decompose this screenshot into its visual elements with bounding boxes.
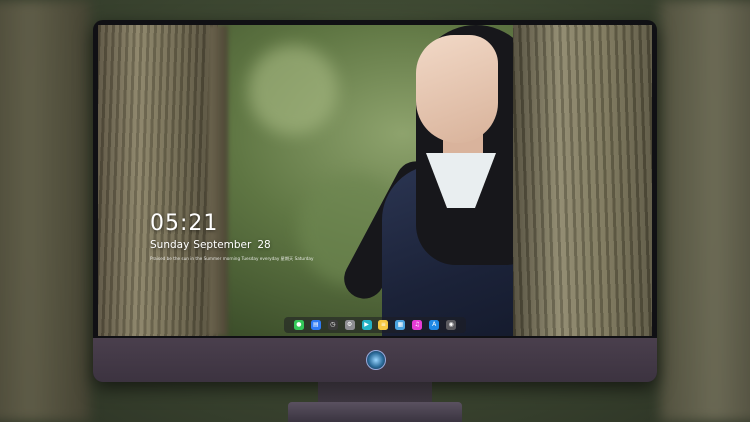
clock-icon-glyph: ◷ xyxy=(330,321,336,328)
messages-icon[interactable]: ● xyxy=(293,320,304,330)
monitor-stand-base xyxy=(288,402,462,422)
music-icon[interactable]: ♫ xyxy=(412,320,423,330)
notes-icon-glyph: ≡ xyxy=(380,321,386,328)
app-store-icon[interactable]: A xyxy=(429,320,440,330)
camera-icon-glyph: ◉ xyxy=(448,321,454,328)
files-icon[interactable]: ▤ xyxy=(310,320,321,330)
settings-icon-glyph: ⚙ xyxy=(346,321,353,328)
date-month: September xyxy=(193,239,252,251)
music-icon-glyph: ♫ xyxy=(414,321,420,328)
clock-icon[interactable]: ◷ xyxy=(327,320,338,330)
photos-icon-glyph: ▦ xyxy=(397,321,404,328)
lockscreen-clock: 05:21 xyxy=(150,211,219,236)
notes-icon[interactable]: ≡ xyxy=(378,320,389,330)
clapper-icon[interactable]: ▶ xyxy=(361,320,372,330)
camera-icon[interactable]: ◉ xyxy=(446,320,457,330)
wallpaper-bokeh xyxy=(248,45,338,135)
photos-icon[interactable]: ▦ xyxy=(395,320,406,330)
wallpaper-tree-left-edge xyxy=(208,25,228,336)
clapper-icon-glyph: ▶ xyxy=(364,321,369,328)
lockscreen-subtext: Praised be the sun in the Summer morning… xyxy=(150,256,314,261)
brand-logo-icon xyxy=(366,350,386,370)
wallpaper-tree-left xyxy=(98,25,218,336)
files-icon-glyph: ▤ xyxy=(312,321,319,328)
settings-icon[interactable]: ⚙ xyxy=(344,320,355,330)
date-weekday: Sunday xyxy=(150,239,190,251)
lockscreen-date: Sunday September 28 xyxy=(150,239,271,251)
lock-screen[interactable]: 05:21 Sunday September 28 Praised be the s… xyxy=(98,25,652,336)
date-day: 28 xyxy=(257,239,271,251)
wallpaper-tree-right xyxy=(513,25,652,336)
messages-icon-glyph: ● xyxy=(296,321,302,328)
app-store-icon-glyph: A xyxy=(432,321,437,328)
backdrop-trunk-left xyxy=(0,0,90,422)
dock: ● ▤ ◷ ⚙ ▶ ≡ ▦ ♫ A ◉ xyxy=(284,317,466,333)
monitor-stand-neck xyxy=(318,382,432,404)
wallpaper-face xyxy=(416,35,498,143)
backdrop-trunk-right xyxy=(660,0,750,422)
